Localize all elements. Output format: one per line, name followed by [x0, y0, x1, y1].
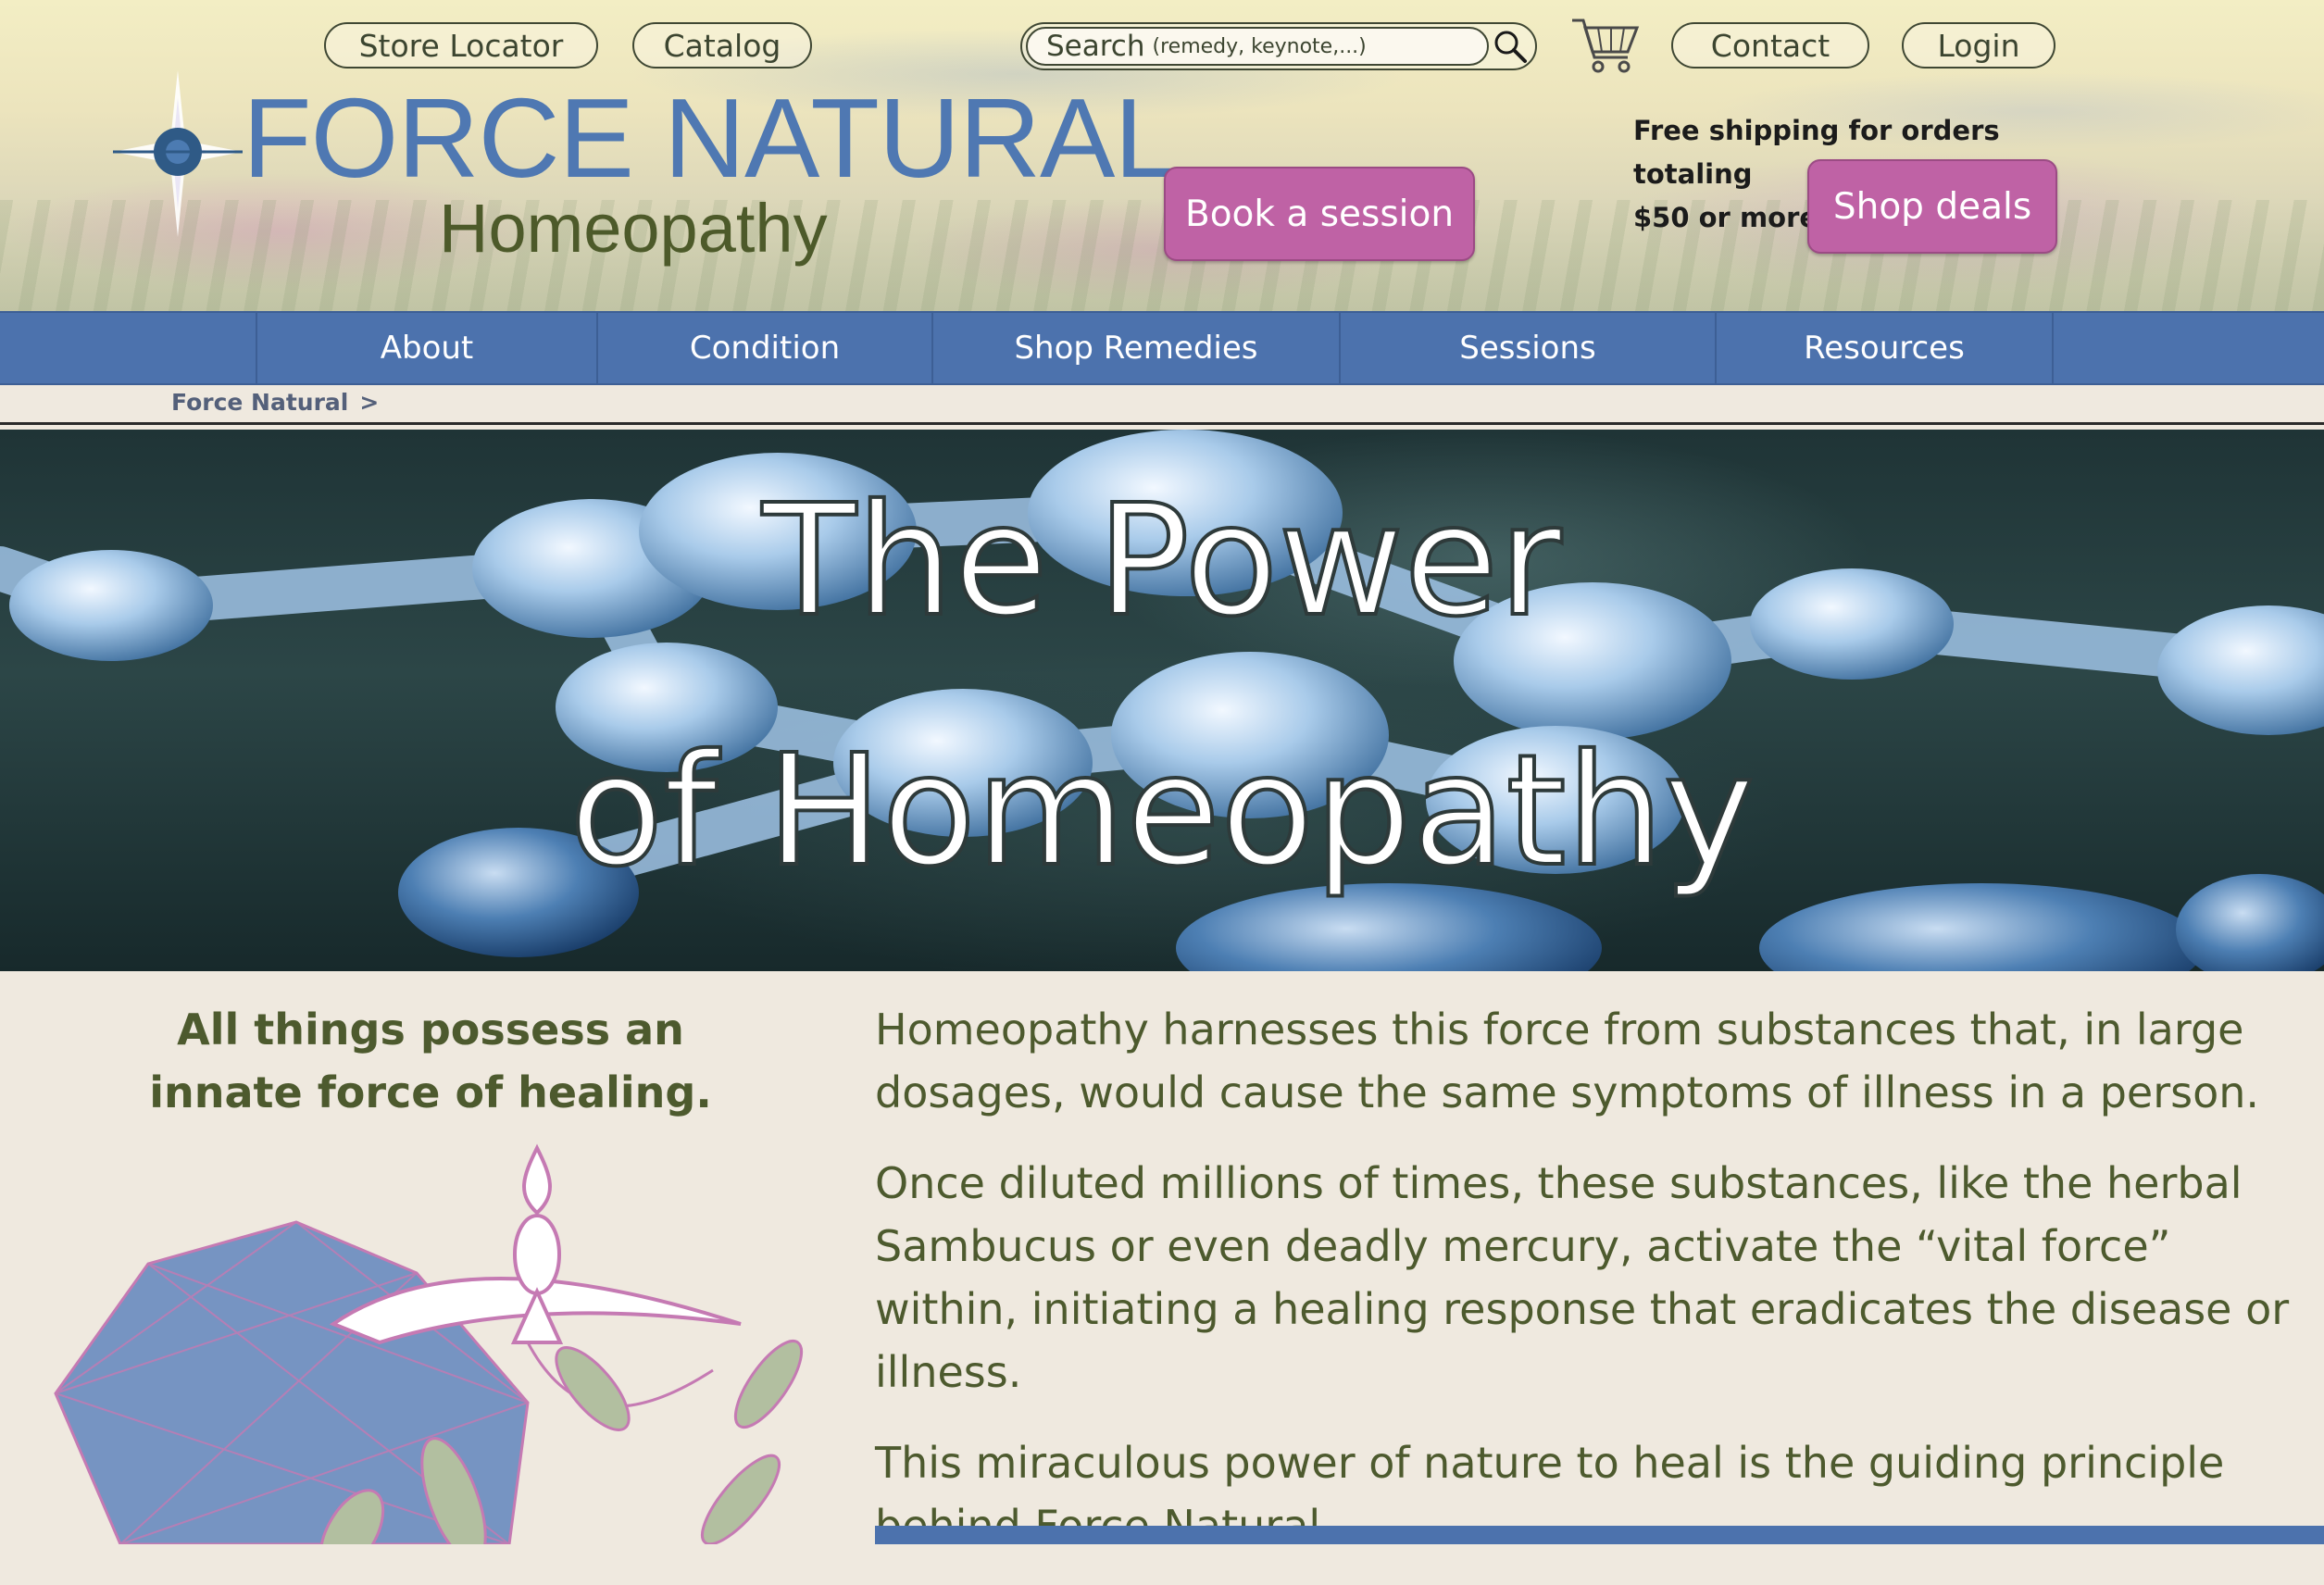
- tagline-line1: All things possess an: [177, 1005, 684, 1055]
- logo-star-icon[interactable]: [113, 70, 243, 237]
- shop-deals-button[interactable]: Shop deals: [1807, 159, 2057, 254]
- intro-paragraph-2: Once diluted millions of times, these su…: [875, 1158, 2290, 1397]
- nav-item-shop-remedies[interactable]: Shop Remedies: [931, 313, 1339, 383]
- shopping-cart-icon[interactable]: [1570, 17, 1641, 74]
- hero-title-line1: The Power: [760, 472, 1563, 651]
- logo-subtitle: Homeopathy: [439, 190, 828, 267]
- login-button[interactable]: Login: [1902, 22, 2055, 69]
- main-nav: About Condition Shop Remedies Sessions R…: [0, 311, 2324, 385]
- breadcrumb: Force Natural >: [171, 389, 379, 416]
- search-input[interactable]: Search (remedy, keynote,...): [1026, 27, 1489, 66]
- search-label: Search: [1046, 30, 1145, 63]
- store-locator-button[interactable]: Store Locator: [324, 22, 598, 69]
- logo-title[interactable]: FORCE NATURAL: [243, 81, 1177, 194]
- book-session-button[interactable]: Book a session: [1164, 167, 1475, 261]
- divider: [0, 422, 2324, 425]
- breadcrumb-home-link[interactable]: Force Natural: [171, 389, 348, 416]
- section-divider-bar: [875, 1526, 2324, 1544]
- nav-item-about[interactable]: About: [256, 313, 596, 383]
- search-placeholder: (remedy, keynote,...): [1152, 34, 1367, 58]
- hero-banner: The Power of Homeopathy: [0, 430, 2324, 971]
- search-bar[interactable]: Search (remedy, keynote,...): [1020, 22, 1537, 70]
- contact-button[interactable]: Contact: [1671, 22, 1869, 69]
- tagline: All things possess an innate force of he…: [139, 998, 722, 1124]
- nav-item-condition[interactable]: Condition: [596, 313, 931, 383]
- nav-item-resources[interactable]: Resources: [1715, 313, 2054, 383]
- site-header: Store Locator Catalog Search (remedy, ke…: [0, 0, 2324, 311]
- breadcrumb-separator: >: [359, 389, 380, 416]
- tagline-line2: innate force of healing.: [149, 1067, 712, 1117]
- catalog-button[interactable]: Catalog: [632, 22, 812, 69]
- nav-item-sessions[interactable]: Sessions: [1339, 313, 1715, 383]
- search-icon[interactable]: [1491, 27, 1530, 66]
- hero-title-line2: of Homeopathy: [568, 722, 1756, 901]
- remedy-illustration: [54, 1143, 804, 1544]
- intro-paragraph-1: Homeopathy harnesses this force from sub…: [875, 1005, 2259, 1117]
- intro-text: Homeopathy harnesses this force from sub…: [875, 998, 2292, 1585]
